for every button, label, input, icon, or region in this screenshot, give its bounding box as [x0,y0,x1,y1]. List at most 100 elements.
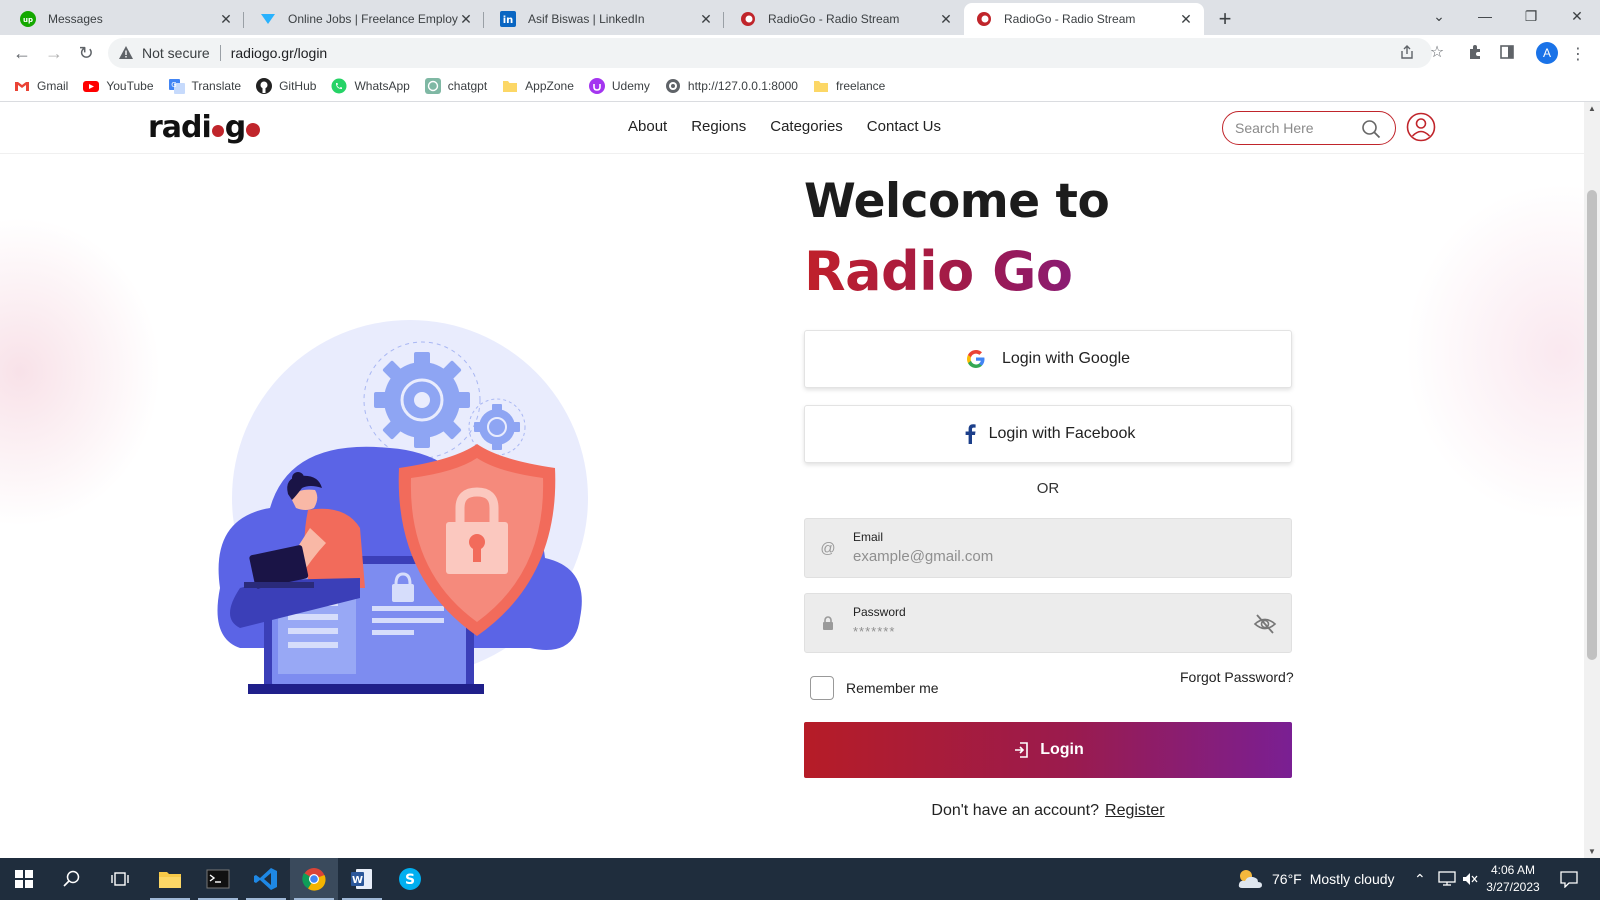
windows-icon [15,870,33,888]
system-clock[interactable]: 4:06 AM 3/27/2023 [1478,862,1548,896]
forgot-password-link[interactable]: Forgot Password? [1180,669,1294,685]
tab-title: RadioGo - Radio Stream [768,12,900,26]
vscode-icon [254,868,277,890]
lock-icon [823,616,833,630]
share-icon[interactable] [1398,43,1416,61]
login-button[interactable]: Login [804,722,1292,778]
email-label: Email [853,530,884,544]
extensions-icon[interactable] [1466,43,1484,61]
task-view-button[interactable] [96,858,144,900]
close-window-button[interactable]: ✕ [1554,0,1600,32]
restore-button[interactable]: ❐ [1508,0,1554,32]
radiogo-logo[interactable]: radi g [148,110,261,145]
login-with-facebook-button[interactable]: Login with Facebook [804,405,1292,463]
tab-title: Asif Biswas | LinkedIn [528,12,645,26]
bookmark-gmail[interactable]: Gmail [14,78,68,94]
laptop-base [248,684,484,694]
browser-tab[interactable]: in Asif Biswas | LinkedIn ✕ [488,3,724,35]
register-link[interactable]: Register [1105,802,1165,819]
warning-icon [119,46,133,59]
freelancer-icon [261,14,275,24]
site-search [1222,111,1396,145]
nav-contact-us[interactable]: Contact Us [867,118,941,135]
taskbar-search-button[interactable] [48,858,96,900]
tab-title: Online Jobs | Freelance Employm [288,12,458,26]
weather-temp: 76°F [1272,871,1302,887]
browser-tab[interactable]: Online Jobs | Freelance Employm ✕ [248,3,484,35]
weather-widget[interactable]: 76°F Mostly cloudy [1236,858,1395,900]
nav-about[interactable]: About [628,118,667,135]
logo-text: g [224,110,247,145]
taskbar-vscode[interactable] [242,858,290,900]
new-tab-button[interactable]: + [1212,6,1238,32]
bookmark-whatsapp[interactable]: WhatsApp [331,78,410,94]
taskbar-chrome[interactable] [290,858,338,900]
youtube-icon [83,81,100,92]
search-icon[interactable] [1361,119,1381,139]
taskbar-skype[interactable]: S [386,858,434,900]
bookmark-github[interactable]: GitHub [256,78,316,94]
user-account-icon[interactable] [1406,112,1436,142]
search-input[interactable] [1235,120,1359,136]
page-scrollbar[interactable]: ▲ ▼ [1584,102,1600,858]
url-text[interactable]: radiogo.gr/login [231,45,328,61]
password-label: Password [853,605,906,619]
address-bar[interactable]: Not secure radiogo.gr/login [108,38,1432,68]
browser-tab[interactable]: up Messages ✕ [8,3,244,35]
eye-slash-icon[interactable] [1253,613,1277,635]
volume-muted-icon[interactable] [1462,858,1478,900]
nav-categories[interactable]: Categories [770,118,843,135]
bookmark-chatgpt[interactable]: chatgpt [424,78,488,94]
back-button[interactable]: ← [10,41,34,65]
email-input[interactable] [853,548,1233,565]
security-illustration [217,320,588,694]
taskbar-terminal[interactable] [194,858,242,900]
close-icon[interactable]: ✕ [938,11,954,27]
menu-icon[interactable]: ⋮ [1570,44,1586,64]
nav-regions[interactable]: Regions [691,118,746,135]
scrollbar-thumb[interactable] [1587,190,1597,660]
task-view-icon [111,872,129,886]
browser-toolbar: ← → ↻ Not secure radiogo.gr/login ☆ [0,35,1600,71]
reload-button[interactable]: ↻ [74,41,98,65]
start-button[interactable] [0,858,48,900]
notification-icon[interactable] [1560,858,1578,900]
close-icon[interactable]: ✕ [458,11,474,27]
taskbar-word[interactable]: W [338,858,386,900]
login-with-google-button[interactable]: Login with Google [804,330,1292,388]
security-label[interactable]: Not secure [142,45,210,61]
remember-me-label[interactable]: Remember me [846,680,939,696]
close-icon[interactable]: ✕ [1178,11,1194,27]
bookmark-localhost[interactable]: http://127.0.0.1:8000 [665,78,798,94]
scroll-up-icon[interactable]: ▲ [1587,104,1597,113]
scroll-down-icon[interactable]: ▼ [1587,847,1597,856]
bookmark-appzone[interactable]: AppZone [502,78,574,94]
forward-button[interactable]: → [42,41,66,65]
browser-tab[interactable]: RadioGo - Radio Stream ✕ [728,3,964,35]
google-button-label: Login with Google [1001,350,1131,367]
remember-me-checkbox[interactable] [810,676,834,700]
close-icon[interactable]: ✕ [698,11,714,27]
windows-taskbar: W S 76°F Mostly cloudy ⌃ 4:06 AM 3/27/20… [0,858,1600,900]
close-icon[interactable]: ✕ [218,11,234,27]
signup-prompt: Don't have an account? Register [804,802,1292,820]
bookmark-freelance[interactable]: freelance [813,78,885,94]
tray-expand-icon[interactable]: ⌃ [1414,858,1426,900]
bookmark-label: chatgpt [447,79,488,93]
bookmark-label: Translate [191,79,242,93]
whatsapp-icon [331,78,347,94]
tab-search-button[interactable]: ⌄ [1416,0,1462,32]
taskbar-file-explorer[interactable] [146,858,194,900]
minimize-button[interactable]: — [1462,0,1508,32]
side-panel-icon[interactable] [1498,43,1516,61]
browser-tab-active[interactable]: RadioGo - Radio Stream ✕ [964,3,1204,35]
bookmark-translate[interactable]: G Translate [168,78,242,94]
password-input[interactable] [853,624,1233,639]
bookmark-star-icon[interactable]: ☆ [1428,43,1446,61]
bookmark-udemy[interactable]: Udemy [588,78,650,94]
network-icon[interactable] [1438,858,1456,900]
bookmark-label: freelance [835,79,886,93]
profile-avatar[interactable]: A [1536,42,1558,64]
bookmark-youtube[interactable]: YouTube [83,78,154,94]
bookmark-label: http://127.0.0.1:8000 [687,79,798,93]
